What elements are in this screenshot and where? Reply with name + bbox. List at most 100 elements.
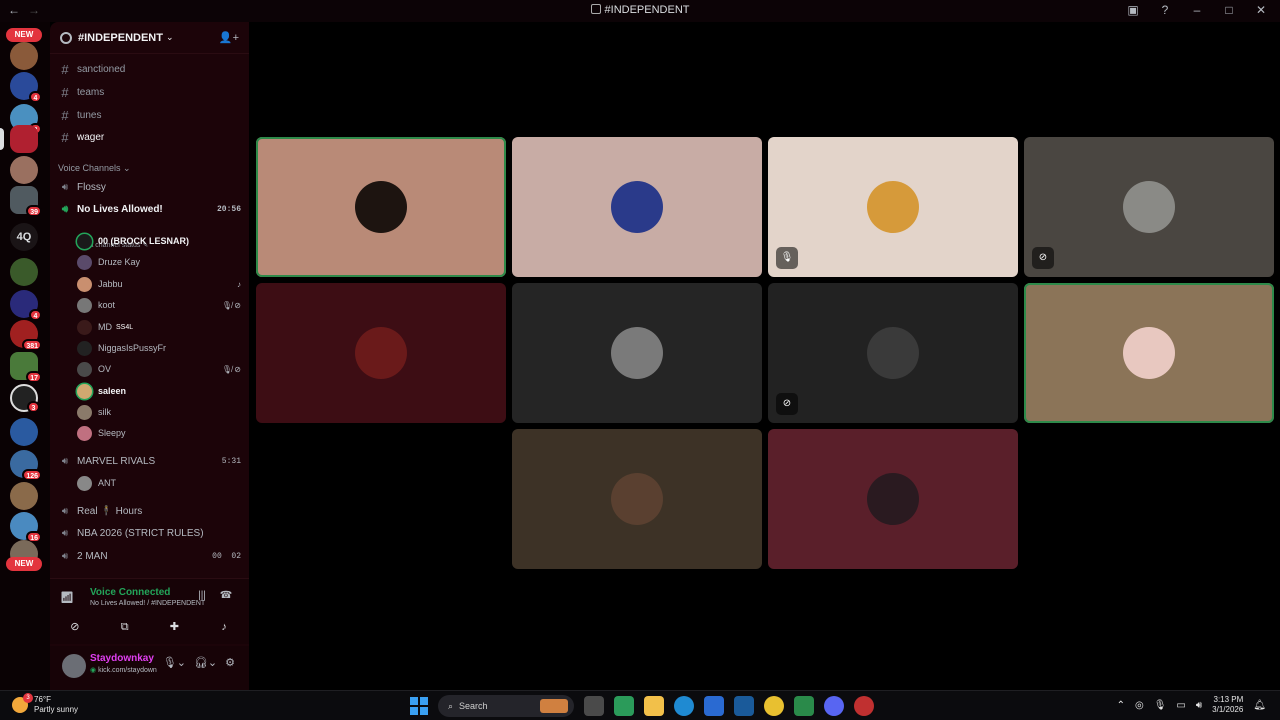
server-icon[interactable]: 16 — [10, 512, 42, 543]
server-icon-active[interactable] — [10, 125, 38, 153]
invite-icon[interactable]: 👤+ — [219, 31, 239, 44]
server-icon[interactable]: 126 — [10, 450, 42, 481]
notifications-icon[interactable]: 🔔︎ — [1253, 700, 1266, 711]
channel-teams[interactable]: # teams — [58, 82, 241, 102]
noise-suppression-icon[interactable]: ||| — [193, 587, 211, 605]
app-icon[interactable] — [854, 696, 874, 716]
participant-tile[interactable] — [512, 429, 762, 569]
voice-member[interactable]: saleen — [77, 382, 241, 400]
voice-channel-no-lives[interactable]: 🔊︎ No Lives Allowed! 20:56 — [58, 199, 241, 219]
camera-off-icon[interactable]: ⊘ — [55, 617, 95, 637]
voice-member[interactable]: Sleepy — [77, 424, 241, 442]
server-folder[interactable]: 39 — [10, 186, 42, 217]
participant-tile[interactable] — [512, 137, 762, 277]
minimize-icon[interactable]: – — [1188, 3, 1206, 17]
screen-share-icon[interactable]: ⧉ — [105, 617, 145, 637]
activities-icon[interactable]: ✚ — [154, 617, 194, 637]
soundboard-icon[interactable]: ♪ — [204, 617, 244, 637]
signal-icon[interactable]: 📶︎ — [60, 591, 74, 604]
headphones-icon[interactable]: 🎧︎⌄ — [194, 656, 217, 669]
discord-icon[interactable] — [824, 696, 844, 716]
avatar[interactable] — [62, 654, 86, 678]
maximize-icon[interactable]: □ — [1220, 3, 1238, 17]
network-icon[interactable]: ◎ — [1135, 700, 1144, 711]
new-unreads-pill[interactable]: NEW — [6, 28, 42, 42]
server-icon[interactable] — [10, 258, 38, 286]
voice-member[interactable]: Druze Kay — [77, 253, 241, 271]
server-4q[interactable]: 4Q — [10, 223, 38, 251]
voice-member[interactable]: 00 (BROCK LESNAR) — [77, 232, 241, 250]
copilot-icon[interactable] — [614, 696, 634, 716]
guild-header[interactable]: #INDEPENDENT ⌄ 👤+ — [50, 22, 249, 54]
outlook-icon[interactable] — [734, 696, 754, 716]
server-icon[interactable]: 3 — [10, 384, 40, 413]
microphone-icon[interactable]: 🎙︎⌄ — [163, 656, 186, 669]
voice-connected-channel[interactable]: No Lives Allowed! / #INDEPENDENT — [90, 600, 205, 607]
sun-icon: 3 — [12, 693, 33, 713]
participant-tile[interactable] — [1024, 283, 1274, 423]
muted-deafened-icon: 🎙︎̸ ⊘ — [221, 364, 241, 374]
voice-member[interactable]: koot 🎙︎̸ ⊘ — [77, 296, 241, 314]
voice-member[interactable]: MD SS4L — [77, 318, 241, 336]
speaker-icon: 🔊︎ — [61, 203, 69, 215]
taskbar-search[interactable]: ⌕ Search — [438, 695, 574, 717]
back-arrow-icon[interactable]: ← — [8, 3, 20, 17]
voice-member[interactable]: NiggasIsPussyFr — [77, 339, 241, 357]
channel-timer: 20:56 — [216, 204, 241, 214]
username[interactable]: Staydownkay — [90, 653, 154, 664]
voice-member[interactable]: silk — [77, 403, 241, 421]
help-icon[interactable]: ? — [1156, 3, 1174, 17]
display-icon[interactable]: ▭ — [1176, 700, 1185, 711]
participant-tile[interactable] — [256, 283, 506, 423]
chevron-up-icon[interactable]: ⌃ — [1117, 700, 1125, 711]
windows-start-icon[interactable] — [410, 697, 428, 715]
chrome-icon[interactable] — [764, 696, 784, 716]
server-icon[interactable]: 381 — [10, 320, 42, 351]
voice-connected-label[interactable]: Voice Connected — [90, 587, 170, 598]
inbox-icon[interactable]: ▣ — [1124, 3, 1142, 17]
server-icon[interactable] — [10, 42, 38, 70]
participant-tile[interactable]: ⊘ — [1024, 137, 1274, 277]
mention-badge: 17 — [26, 371, 42, 383]
file-explorer-icon[interactable] — [644, 696, 664, 716]
category-voice-channels[interactable]: Voice Channels ⌄ — [58, 163, 131, 174]
volume-icon[interactable]: 🔊︎ — [1196, 700, 1202, 711]
voice-member[interactable]: ANT — [77, 474, 241, 492]
app-icon[interactable] — [794, 696, 814, 716]
participant-tile[interactable] — [768, 429, 1018, 569]
close-icon[interactable]: ✕ — [1252, 3, 1270, 17]
server-icon[interactable] — [10, 482, 38, 510]
edge-icon[interactable] — [674, 696, 694, 716]
disconnect-icon[interactable]: ☎ — [217, 587, 235, 605]
channel-tunes[interactable]: # tunes — [58, 105, 241, 125]
participant-tile[interactable]: ⊘ — [768, 283, 1018, 423]
voice-channel-real-hours[interactable]: 🔊︎ Real 🕴 Hours — [58, 501, 241, 521]
voice-channel-2-man[interactable]: 🔊︎ 2 MAN 00 02 — [58, 546, 241, 566]
server-icon[interactable]: 4 — [10, 290, 42, 321]
channel-sanctioned[interactable]: # sanctioned — [58, 59, 241, 79]
voice-channel-flossy[interactable]: 🔊︎ Flossy — [58, 177, 241, 197]
server-icon[interactable] — [10, 156, 38, 184]
server-folder[interactable]: 17 — [10, 352, 42, 383]
voice-member[interactable]: OV 🎙︎̸ ⊘ — [77, 360, 241, 378]
settings-gear-icon[interactable]: ⚙ — [225, 656, 235, 669]
server-icon[interactable] — [10, 418, 38, 446]
task-view-icon[interactable] — [584, 696, 604, 716]
speaker-icon: 🔊︎ — [61, 455, 69, 467]
weather-widget[interactable]: 3 76°F Partly sunny — [12, 693, 78, 715]
voice-channel-marvel-rivals[interactable]: 🔊︎ MARVEL RIVALS 5:31 — [58, 451, 241, 471]
new-unreads-pill[interactable]: NEW — [6, 557, 42, 571]
participant-tile[interactable] — [256, 137, 506, 277]
participant-tile[interactable] — [512, 283, 762, 423]
store-icon[interactable] — [704, 696, 724, 716]
voice-channel-nba-2026[interactable]: 🔊︎ NBA 2026 (STRICT RULES) — [58, 523, 241, 543]
voice-member[interactable]: Jabbu ♪ — [77, 275, 241, 293]
server-icon[interactable]: 4 — [10, 72, 42, 103]
clock[interactable]: 3:13 PM 3/1/2026 — [1212, 695, 1243, 715]
speaker-icon: 🔊︎ — [61, 527, 69, 539]
mic-tray-icon[interactable]: 🎙︎ — [1154, 700, 1167, 711]
window-controls: ▣ ? – □ ✕ — [1124, 3, 1270, 17]
forward-arrow-icon[interactable]: → — [28, 3, 40, 17]
channel-wager[interactable]: # wager — [58, 127, 241, 147]
participant-tile[interactable]: 🎙︎ — [768, 137, 1018, 277]
